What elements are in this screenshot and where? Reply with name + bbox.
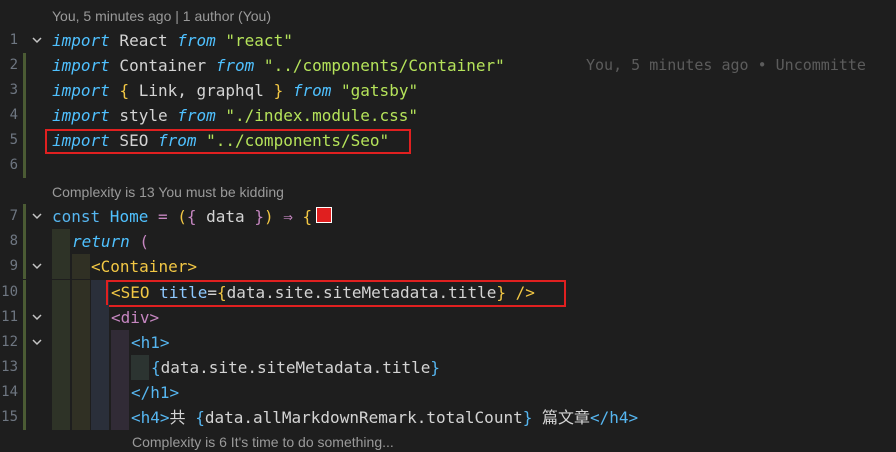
code-line-3[interactable]: 3 import { Link, graphql } from "gatsby": [0, 78, 896, 103]
git-change-indicator: [23, 330, 26, 355]
code-line-14[interactable]: 14 </h1>: [0, 380, 896, 405]
line-number: 8: [9, 233, 18, 249]
git-change-indicator: [23, 355, 26, 380]
fold-chevron-icon[interactable]: [29, 305, 45, 330]
indent-guide: [52, 229, 70, 254]
code-line-6[interactable]: 6: [0, 153, 896, 178]
indent-guide: [111, 355, 129, 380]
indent-guide: [52, 280, 70, 305]
indent-guide: [72, 380, 90, 405]
indent-guide: [111, 330, 129, 355]
indent-guide: [91, 380, 109, 405]
indent-guide: [72, 305, 90, 330]
code-text: import style from "./index.module.css": [52, 106, 419, 125]
indent-guide: [72, 405, 90, 430]
git-change-indicator: [23, 204, 26, 229]
code-line-15[interactable]: 15 <h4>共 {data.allMarkdownRemark.totalCo…: [0, 405, 896, 430]
line-number: 1: [9, 32, 18, 48]
indent-guide: [111, 380, 129, 405]
line-number: 3: [9, 82, 18, 98]
code-text: const Home = ({ data }) ⇒ {: [52, 204, 333, 229]
code-line-11[interactable]: 11 <div>: [0, 305, 896, 330]
code-line-12[interactable]: 12 <h1>: [0, 330, 896, 355]
indent-guide: [91, 305, 109, 330]
indent-guide: [91, 355, 109, 380]
line-number: 12: [1, 334, 18, 350]
git-change-indicator: [23, 53, 26, 78]
git-change-indicator: [23, 78, 26, 103]
codelens-complexity[interactable]: Complexity is 13 You must be kidding: [52, 182, 284, 202]
indent-guide: [72, 254, 90, 279]
line-number: 13: [1, 359, 18, 375]
code-line-7[interactable]: 7 const Home = ({ data }) ⇒ {: [0, 204, 896, 229]
git-change-indicator: [23, 128, 26, 153]
code-text: import Container from "../components/Con…: [52, 56, 505, 75]
fold-chevron-icon[interactable]: [29, 204, 45, 229]
code-line-4[interactable]: 4 import style from "./index.module.css": [0, 103, 896, 128]
codelens-complexity[interactable]: Complexity is 6 It's time to do somethin…: [132, 432, 394, 452]
line-number: 7: [9, 208, 18, 224]
line-number: 15: [1, 409, 18, 425]
code-text: return (: [72, 232, 150, 251]
code-text: import { Link, graphql } from "gatsby": [52, 81, 419, 100]
fold-chevron-icon[interactable]: [29, 254, 45, 279]
indent-guide: [52, 380, 70, 405]
code-text: <div>: [111, 308, 160, 327]
color-swatch: [316, 207, 333, 223]
git-change-indicator: [23, 405, 26, 430]
git-change-indicator: [23, 305, 26, 330]
git-change-indicator: [23, 103, 26, 128]
indent-guide: [72, 355, 90, 380]
code-text: <h1>: [131, 333, 170, 352]
line-number: 6: [9, 157, 18, 173]
git-change-indicator: [23, 254, 26, 279]
line-number: 9: [9, 258, 18, 274]
indent-guide: [52, 405, 70, 430]
code-text: </h1>: [131, 383, 180, 402]
git-change-indicator: [23, 380, 26, 405]
git-change-indicator: [23, 280, 26, 305]
code-text: <h4>共 {data.allMarkdownRemark.totalCount…: [131, 408, 639, 427]
indent-guide: [72, 280, 90, 305]
indent-guide: [91, 405, 109, 430]
line-number: 14: [1, 384, 18, 400]
git-change-indicator: [23, 229, 26, 254]
line-number: 2: [9, 57, 18, 73]
code-text: {data.site.siteMetadata.title}: [151, 358, 440, 377]
code-text: import React from "react": [52, 31, 293, 50]
fold-chevron-icon[interactable]: [29, 330, 45, 355]
line-number: 10: [1, 284, 18, 300]
code-line-13[interactable]: 13 {data.site.siteMetadata.title}: [0, 355, 896, 380]
highlight-box: [106, 280, 566, 307]
indent-guide: [131, 355, 149, 380]
indent-guide: [52, 355, 70, 380]
indent-guide: [91, 330, 109, 355]
line-number: 11: [1, 309, 18, 325]
indent-guide: [52, 330, 70, 355]
code-line-8[interactable]: 8 return (: [0, 229, 896, 254]
code-line-2[interactable]: 2 import Container from "../components/C…: [0, 53, 896, 78]
code-line-9[interactable]: 9 <Container>: [0, 254, 896, 279]
code-editor[interactable]: You, 5 minutes ago | 1 author (You) 1 im…: [0, 0, 896, 450]
code-line-1[interactable]: 1 import React from "react": [0, 28, 896, 53]
code-text: <Container>: [91, 257, 197, 276]
git-change-indicator: [23, 153, 26, 178]
indent-guide: [52, 254, 70, 279]
indent-guide: [52, 305, 70, 330]
line-number: 5: [9, 132, 18, 148]
indent-guide: [72, 330, 90, 355]
fold-chevron-icon[interactable]: [29, 28, 45, 53]
line-number: 4: [9, 107, 18, 123]
inline-blame: You, 5 minutes ago • Uncommitte: [586, 56, 866, 74]
indent-guide: [111, 405, 129, 430]
highlight-box: [45, 129, 411, 154]
codelens-blame[interactable]: You, 5 minutes ago | 1 author (You): [52, 6, 271, 26]
